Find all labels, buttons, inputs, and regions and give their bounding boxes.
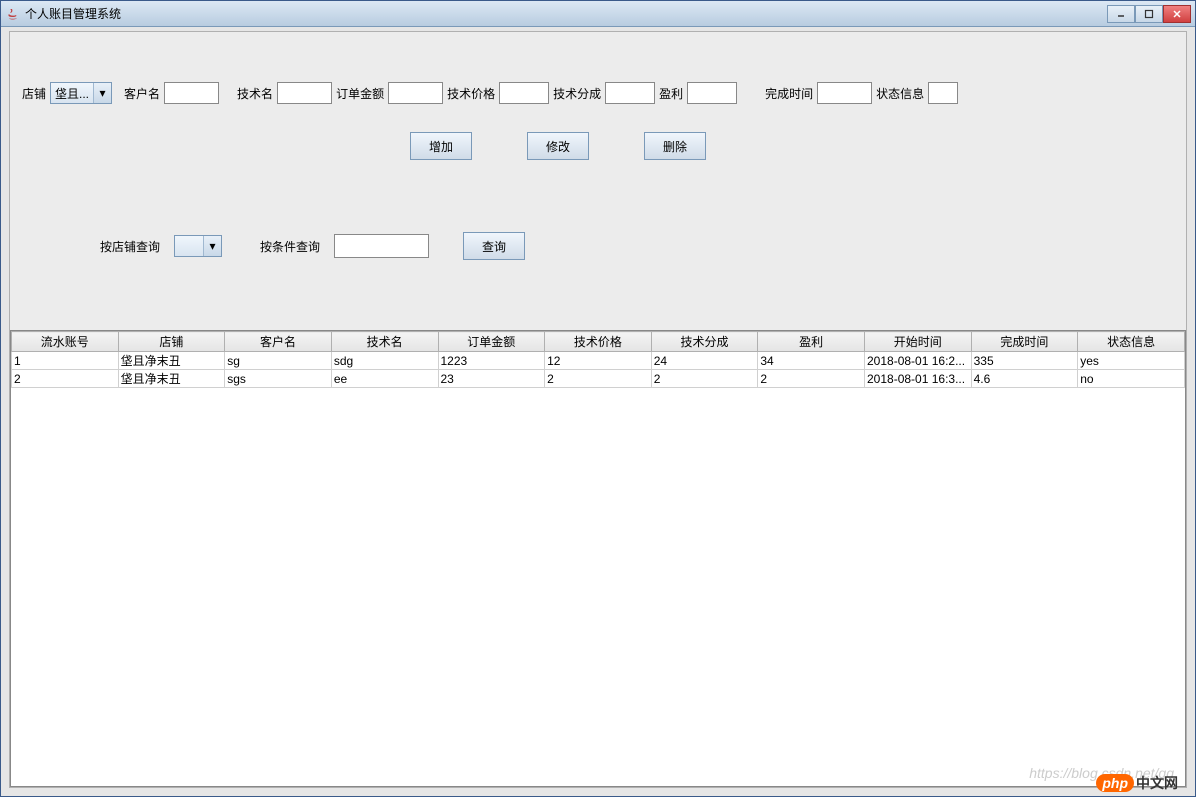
search-row: 按店铺查询 ▾ 按条件查询 查询 <box>100 232 525 260</box>
table-cell: 垡且净末丑 <box>118 352 225 370</box>
table-header[interactable]: 客户名 <box>225 332 332 352</box>
data-table-wrap[interactable]: 流水账号店铺客户名技术名订单金额技术价格技术分成盈利开始时间完成时间状态信息 1… <box>10 330 1186 787</box>
window-controls <box>1107 5 1191 23</box>
edit-button[interactable]: 修改 <box>527 132 589 160</box>
search-cond-input[interactable] <box>334 234 429 258</box>
table-cell: 24 <box>651 352 758 370</box>
search-by-cond-label: 按条件查询 <box>260 238 320 255</box>
shop-label: 店铺 <box>22 85 46 102</box>
logo-php: php <box>1096 774 1134 792</box>
table-cell: yes <box>1078 352 1185 370</box>
table-cell: ee <box>331 370 438 388</box>
profit-input[interactable] <box>687 82 737 104</box>
query-button[interactable]: 查询 <box>463 232 525 260</box>
chevron-down-icon: ▾ <box>93 83 111 103</box>
add-button[interactable]: 增加 <box>410 132 472 160</box>
search-shop-combobox[interactable]: ▾ <box>174 235 222 257</box>
table-cell: 335 <box>971 352 1078 370</box>
data-table: 流水账号店铺客户名技术名订单金额技术价格技术分成盈利开始时间完成时间状态信息 1… <box>11 331 1185 388</box>
action-buttons: 增加 修改 删除 <box>410 132 706 160</box>
status-label: 状态信息 <box>876 85 924 102</box>
shop-combobox-value: 垡且... <box>51 85 93 102</box>
table-cell: sg <box>225 352 332 370</box>
table-header[interactable]: 店铺 <box>118 332 225 352</box>
table-header[interactable]: 技术分成 <box>651 332 758 352</box>
table-cell: 4.6 <box>971 370 1078 388</box>
table-header[interactable]: 流水账号 <box>12 332 119 352</box>
table-cell: 2 <box>651 370 758 388</box>
customer-label: 客户名 <box>124 85 160 102</box>
finish-time-input[interactable] <box>817 82 872 104</box>
tech-share-input[interactable] <box>605 82 655 104</box>
table-row[interactable]: 1垡且净末丑sgsdg12231224342018-08-01 16:2...3… <box>12 352 1185 370</box>
profit-label: 盈利 <box>659 85 683 102</box>
shop-combobox[interactable]: 垡且... ▾ <box>50 82 112 104</box>
table-cell: 1 <box>12 352 119 370</box>
table-header[interactable]: 盈利 <box>758 332 865 352</box>
order-amount-input[interactable] <box>388 82 443 104</box>
table-cell: 2018-08-01 16:2... <box>865 352 972 370</box>
table-cell: 2 <box>758 370 865 388</box>
table-cell: sgs <box>225 370 332 388</box>
table-header[interactable]: 完成时间 <box>971 332 1078 352</box>
table-cell: 2018-08-01 16:3... <box>865 370 972 388</box>
form-row: 店铺 垡且... ▾ 客户名 技术名 订单金额 技术价格 技术分成 盈利 完成时… <box>22 82 1174 104</box>
site-logo: php 中文网 <box>1096 773 1178 793</box>
table-header[interactable]: 技术价格 <box>545 332 652 352</box>
table-header[interactable]: 状态信息 <box>1078 332 1185 352</box>
tech-price-label: 技术价格 <box>447 85 495 102</box>
status-input[interactable] <box>928 82 958 104</box>
minimize-button[interactable] <box>1107 5 1135 23</box>
table-cell: 垡且净末丑 <box>118 370 225 388</box>
tech-input[interactable] <box>277 82 332 104</box>
tech-share-label: 技术分成 <box>553 85 601 102</box>
table-cell: 1223 <box>438 352 545 370</box>
table-cell: sdg <box>331 352 438 370</box>
app-window: 个人账目管理系统 店铺 垡且... ▾ 客户名 技术名 订单金额 技术价格 技术… <box>0 0 1196 797</box>
titlebar[interactable]: 个人账目管理系统 <box>1 1 1195 27</box>
table-cell: 12 <box>545 352 652 370</box>
chevron-down-icon: ▾ <box>203 236 221 256</box>
delete-button[interactable]: 删除 <box>644 132 706 160</box>
finish-time-label: 完成时间 <box>765 85 813 102</box>
table-row[interactable]: 2垡且净末丑sgsee232222018-08-01 16:3...4.6no <box>12 370 1185 388</box>
table-cell: 2 <box>545 370 652 388</box>
order-amount-label: 订单金额 <box>336 85 384 102</box>
table-header[interactable]: 订单金额 <box>438 332 545 352</box>
table-cell: 23 <box>438 370 545 388</box>
table-cell: 2 <box>12 370 119 388</box>
customer-input[interactable] <box>164 82 219 104</box>
logo-cn: 中文网 <box>1136 773 1178 793</box>
tech-price-input[interactable] <box>499 82 549 104</box>
content-pane: 店铺 垡且... ▾ 客户名 技术名 订单金额 技术价格 技术分成 盈利 完成时… <box>9 31 1187 788</box>
table-header[interactable]: 技术名 <box>331 332 438 352</box>
java-icon <box>5 6 21 22</box>
table-cell: no <box>1078 370 1185 388</box>
tech-label: 技术名 <box>237 85 273 102</box>
maximize-button[interactable] <box>1135 5 1163 23</box>
table-header[interactable]: 开始时间 <box>865 332 972 352</box>
close-button[interactable] <box>1163 5 1191 23</box>
table-cell: 34 <box>758 352 865 370</box>
search-by-shop-label: 按店铺查询 <box>100 238 160 255</box>
window-title: 个人账目管理系统 <box>25 5 121 22</box>
